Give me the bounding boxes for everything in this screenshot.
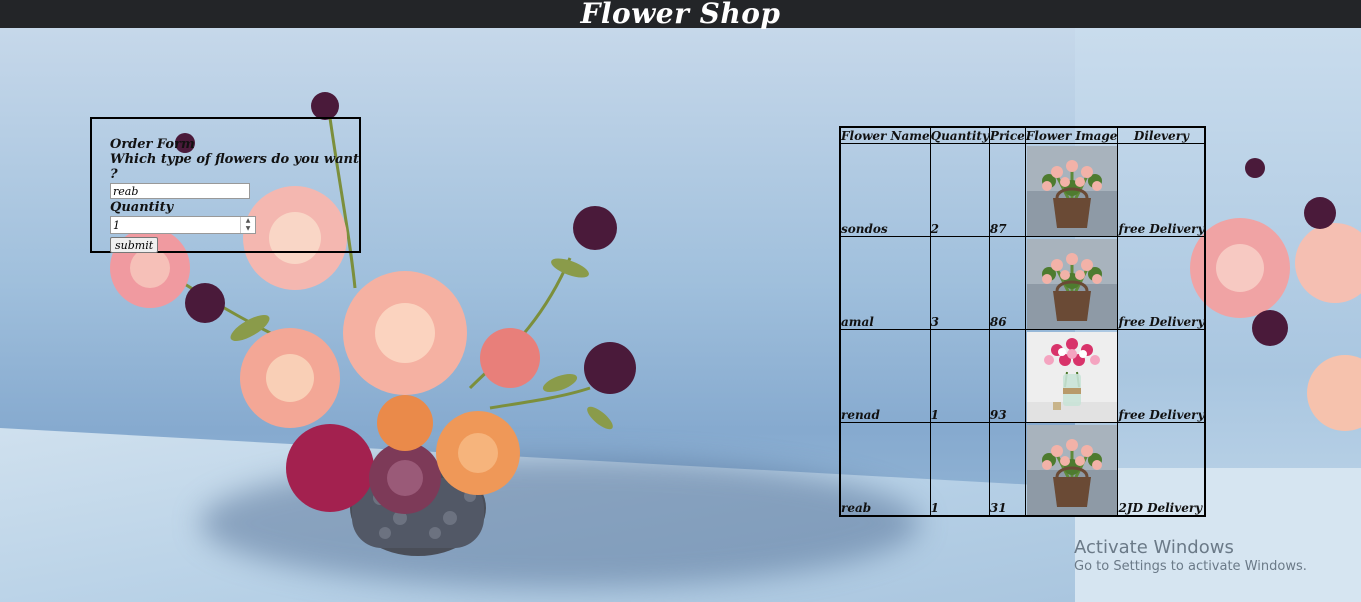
basket-icon <box>1026 146 1117 236</box>
flower-type-input[interactable] <box>110 183 250 199</box>
cell-delivery: free Delivery <box>1117 143 1206 237</box>
cell-flower-name: reab <box>839 422 931 517</box>
vase-icon <box>1026 332 1117 422</box>
cell-delivery: 2JD Delivery <box>1117 422 1206 517</box>
cell-quantity: 3 <box>929 236 990 330</box>
flower-type-label: Which type of flowers do you want ? <box>110 152 359 182</box>
column-header-delivery: Dilevery <box>1117 126 1206 144</box>
cell-quantity: 1 <box>929 329 990 423</box>
orders-table: Flower Name Quantity Price Flower Image … <box>839 126 1207 517</box>
quantity-label: Quantity <box>110 200 174 215</box>
basket-icon <box>1026 239 1117 329</box>
quantity-field: ▲ ▼ <box>110 216 256 234</box>
column-header-flower-name: Flower Name <box>839 126 931 144</box>
submit-button[interactable]: submit <box>110 237 159 253</box>
activation-watermark: Activate Windows Go to Settings to activ… <box>1074 537 1307 575</box>
cell-flower-name: renad <box>839 329 931 423</box>
table-row: renad 1 93 free Delivery <box>839 329 1206 423</box>
order-form-title: Order Form <box>110 137 195 152</box>
cell-price: 31 <box>988 422 1026 517</box>
cell-flower-image <box>1024 422 1119 517</box>
column-header-flower-image: Flower Image <box>1024 126 1119 144</box>
table-row: amal 3 86 free Delivery <box>839 236 1206 330</box>
column-header-price: Price <box>988 126 1026 144</box>
cell-price: 87 <box>988 143 1026 237</box>
table-row: sondos 2 87 free Delivery <box>839 143 1206 237</box>
cell-flower-image <box>1024 143 1119 237</box>
page-title: Flower Shop <box>580 0 781 30</box>
cell-delivery: free Delivery <box>1117 236 1206 330</box>
cell-quantity: 2 <box>929 143 990 237</box>
quantity-stepper[interactable]: ▲ ▼ <box>240 217 255 233</box>
table-row: reab 1 31 2JD Delivery <box>839 422 1206 517</box>
cell-flower-image <box>1024 329 1119 423</box>
cell-quantity: 1 <box>929 422 990 517</box>
cell-flower-image <box>1024 236 1119 330</box>
page-header: Flower Shop <box>0 0 1361 28</box>
cell-price: 93 <box>988 329 1026 423</box>
chevron-down-icon[interactable]: ▼ <box>241 225 255 233</box>
table-header-row: Flower Name Quantity Price Flower Image … <box>839 126 1206 144</box>
quantity-input[interactable] <box>110 216 256 234</box>
watermark-title: Activate Windows <box>1074 537 1234 558</box>
watermark-subtitle: Go to Settings to activate Windows. <box>1074 559 1307 574</box>
order-form: Order Form Which type of flowers do you … <box>90 117 361 253</box>
basket-icon <box>1026 425 1117 515</box>
cell-price: 86 <box>988 236 1026 330</box>
cell-flower-name: sondos <box>839 143 931 237</box>
cell-delivery: free Delivery <box>1117 329 1206 423</box>
cell-flower-name: amal <box>839 236 931 330</box>
column-header-quantity: Quantity <box>929 126 990 144</box>
chevron-up-icon[interactable]: ▲ <box>241 217 255 225</box>
